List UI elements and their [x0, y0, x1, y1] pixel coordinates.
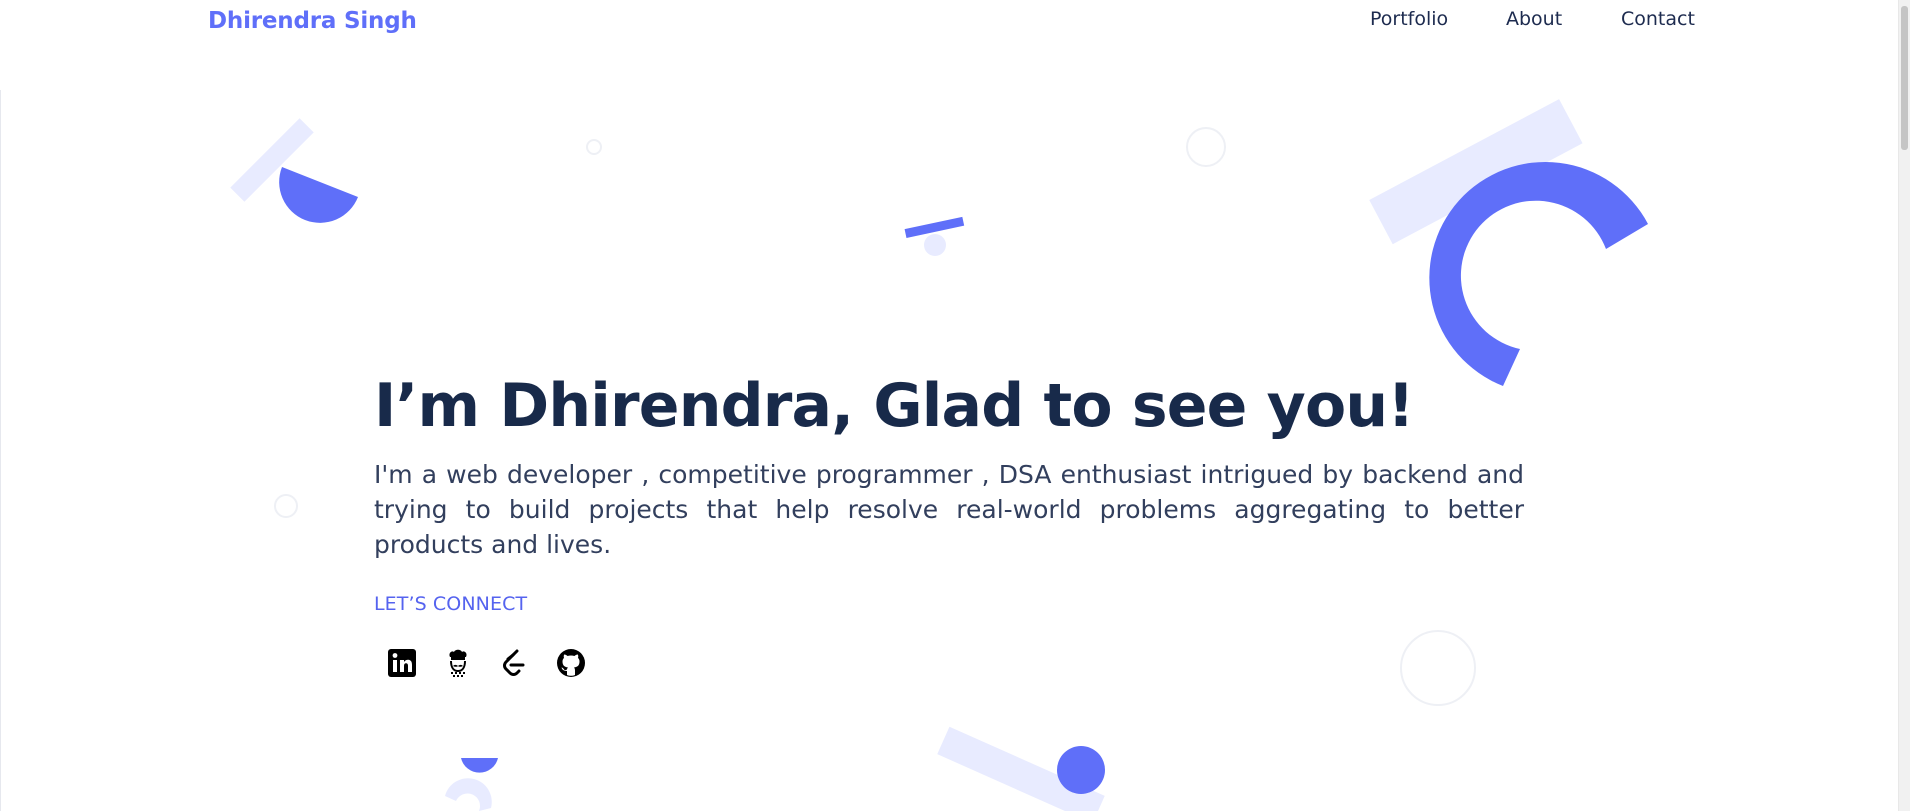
- decor-arc-bottom: [445, 778, 492, 811]
- nav-link-contact[interactable]: Contact: [1621, 8, 1695, 30]
- page-scrollbar[interactable]: [1898, 0, 1910, 811]
- scrollbar-thumb[interactable]: [1901, 6, 1908, 150]
- decor-dot-center: [924, 234, 946, 256]
- decor-half-circle-bottom: [461, 758, 498, 773]
- github-icon: [557, 649, 585, 677]
- github-link[interactable]: [554, 646, 588, 680]
- decor-ring-small: [586, 139, 602, 155]
- codechef-icon: [449, 649, 467, 677]
- connect-heading: LET’S CONNECT: [374, 593, 528, 615]
- brand-logo[interactable]: Dhirendra Singh: [208, 8, 417, 34]
- linkedin-icon: [388, 649, 416, 677]
- nav-link-about[interactable]: About: [1506, 8, 1562, 30]
- linkedin-link[interactable]: [385, 646, 419, 680]
- portfolio-page: Dhirendra Singh Portfolio About Contact …: [0, 0, 1910, 811]
- decor-ring-lower-right: [1400, 630, 1476, 706]
- leetcode-icon: [503, 649, 525, 676]
- decor-ring-left: [274, 494, 298, 518]
- site-header: Dhirendra Singh Portfolio About Contact: [0, 0, 1899, 90]
- nav-link-portfolio[interactable]: Portfolio: [1370, 8, 1448, 30]
- decor-ring-upper: [1186, 127, 1226, 167]
- hero-headline: I’m Dhirendra, Glad to see you!: [374, 371, 1415, 441]
- codechef-link[interactable]: [441, 646, 475, 680]
- decor-half-circle-top-left: [279, 167, 358, 223]
- decor-dot-bottom: [1057, 746, 1105, 794]
- leetcode-link[interactable]: [497, 646, 531, 680]
- hero-intro: I'm a web developer , competitive progra…: [374, 460, 1524, 559]
